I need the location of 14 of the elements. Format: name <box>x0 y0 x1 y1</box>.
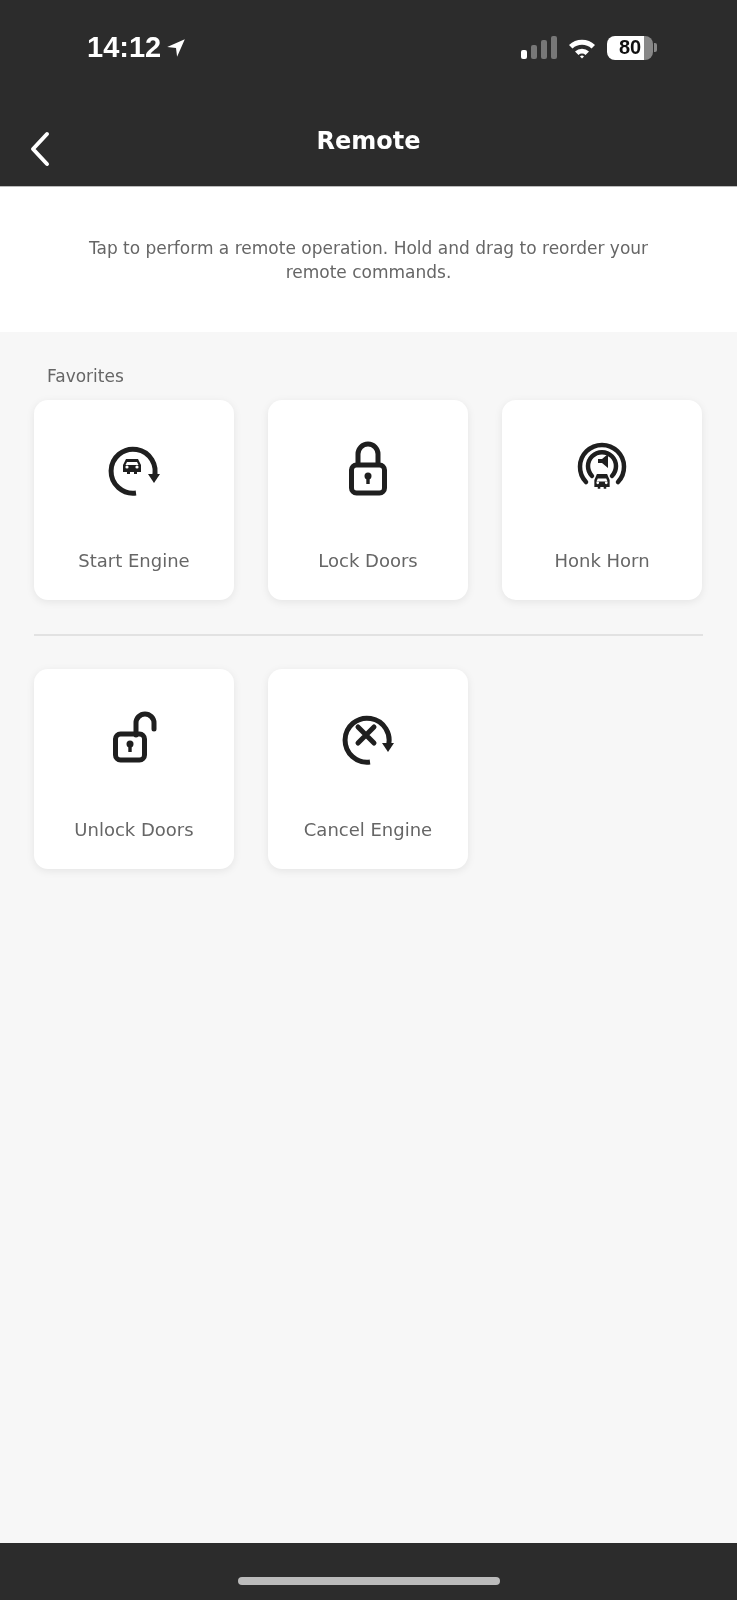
battery-indicator: 80 <box>607 35 653 60</box>
location-arrow-icon <box>165 36 188 59</box>
home-indicator[interactable] <box>237 1576 500 1585</box>
remote-command-button[interactable]: Honk Horn <box>502 400 702 600</box>
back-chevron-icon[interactable] <box>30 131 50 167</box>
status-time: 14:12 <box>87 31 162 64</box>
remote-command-button[interactable]: Unlock Doors <box>34 669 234 869</box>
screen-title: Remote <box>316 127 421 155</box>
remote-command-button[interactable]: Cancel Engine <box>268 669 468 869</box>
signal-icon <box>521 35 557 60</box>
remote-command-button[interactable]: Lock Doors <box>268 400 468 600</box>
remote-command-button[interactable]: Start Engine <box>34 400 234 600</box>
section-label: Favorites <box>47 366 125 386</box>
instruction-text: Tap to perform a remote operation. Hold and drag to reorder your remote commands. <box>88 236 649 284</box>
